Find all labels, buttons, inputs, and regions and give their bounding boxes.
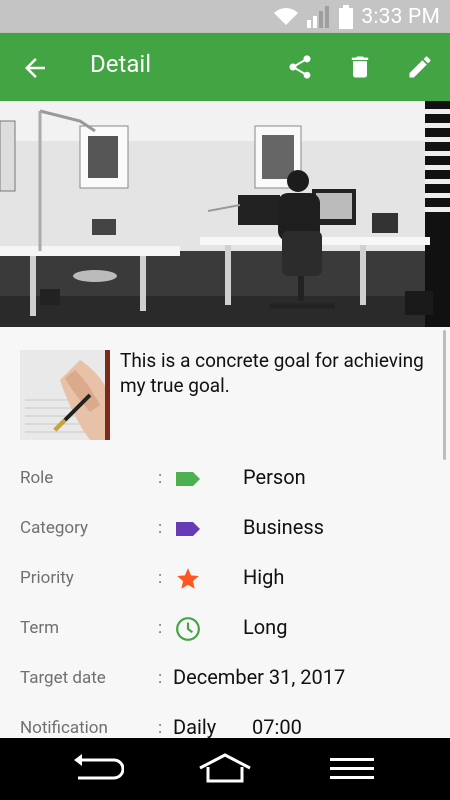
page-title: Detail <box>90 50 152 78</box>
category-label: Category <box>20 518 89 538</box>
goal-thumbnail <box>20 350 110 440</box>
signal-icon <box>307 5 330 28</box>
scrollbar[interactable] <box>443 330 446 460</box>
category-separator: : <box>158 518 163 538</box>
category-row: Category : Business <box>0 510 450 550</box>
battery-icon <box>339 4 354 29</box>
term-separator: : <box>158 618 163 638</box>
nav-menu-button[interactable] <box>328 752 376 790</box>
nav-back-button[interactable] <box>72 752 125 790</box>
home-icon <box>199 753 251 783</box>
edit-button[interactable] <box>406 53 434 81</box>
back-arrow-icon <box>74 754 125 780</box>
status-time: 3:33 PM <box>361 4 440 29</box>
role-value: Person <box>243 465 306 489</box>
target-date-label: Target date <box>20 668 106 688</box>
priority-value: High <box>243 565 285 589</box>
app-bar: Detail <box>0 33 450 101</box>
nav-home-button[interactable] <box>198 752 252 790</box>
notification-frequency: Daily <box>173 715 217 738</box>
pencil-icon <box>409 56 431 78</box>
role-row: Role : Person <box>0 460 450 500</box>
term-value: Long <box>243 615 288 639</box>
notification-separator: : <box>158 718 163 738</box>
share-icon <box>289 55 311 79</box>
target-date-separator: : <box>158 668 163 688</box>
term-label: Term <box>20 618 60 638</box>
delete-button[interactable] <box>346 53 374 81</box>
clock-icon <box>176 617 200 641</box>
tag-icon <box>176 472 200 486</box>
wifi-icon <box>274 7 299 25</box>
menu-icon <box>330 758 374 779</box>
delete-icon <box>351 56 369 78</box>
target-date-row: Target date : December 31, 2017 <box>0 660 450 700</box>
goal-description: This is a concrete goal for achieving my… <box>120 349 424 397</box>
navigation-bar <box>0 738 450 800</box>
priority-separator: : <box>158 568 163 588</box>
notification-row: Notification : Daily 07:00 <box>0 710 450 738</box>
category-value: Business <box>243 515 324 539</box>
star-icon <box>177 568 199 589</box>
tag-icon <box>176 522 200 536</box>
back-button[interactable] <box>20 53 50 83</box>
share-button[interactable] <box>286 53 314 81</box>
role-separator: : <box>158 468 163 488</box>
status-bar: 3:33 PM <box>0 0 450 33</box>
target-date-value: December 31, 2017 <box>173 665 346 689</box>
arrow-back-icon <box>25 58 45 78</box>
role-label: Role <box>20 468 54 488</box>
goal-detail-content: This is a concrete goal for achieving my… <box>0 327 450 738</box>
priority-row: Priority : High <box>0 560 450 600</box>
priority-label: Priority <box>20 568 74 588</box>
notification-time: 07:00 <box>252 715 302 738</box>
status-icons: 3:33 PM <box>273 0 440 33</box>
notification-label: Notification <box>20 718 108 738</box>
term-row: Term : Long <box>0 610 450 650</box>
hero-image <box>0 101 450 327</box>
